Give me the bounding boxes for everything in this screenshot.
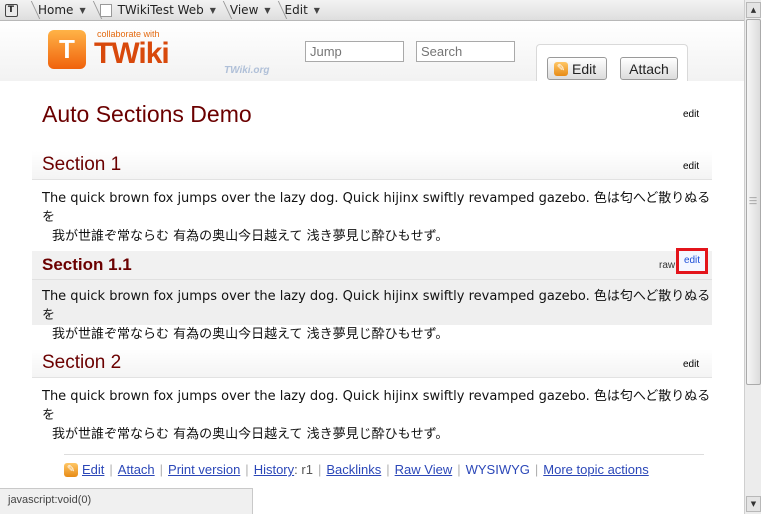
crumb-web-label: TWikiTest Web [117, 3, 204, 17]
separator: | [317, 462, 322, 477]
attach-button-label: Attach [629, 60, 669, 77]
crumb-view-label: View [229, 3, 259, 17]
topic-content: Auto Sections Demo edit Section 1 edit T… [8, 81, 732, 489]
action-raw-view-link[interactable]: Raw View [395, 462, 453, 477]
crumb-home-label: Home [38, 3, 74, 17]
scroll-down-arrow-icon[interactable]: ▼ [746, 496, 761, 512]
topic-action-tabs: ✎ Edit Attach [536, 44, 688, 81]
action-wysiwyg-link[interactable]: WYSIWYG [466, 462, 530, 477]
action-print-link[interactable]: Print version [168, 462, 240, 477]
scroll-up-arrow-icon[interactable]: ▲ [746, 2, 761, 18]
attach-button[interactable]: Attach [620, 57, 678, 80]
scrollbar-grip-icon: — — — [749, 193, 757, 208]
pencil-icon: ✎ [554, 61, 568, 76]
chevron-down-icon: ▼ [264, 5, 271, 15]
chevron-down-icon: ▼ [79, 5, 86, 15]
pencil-icon: ✎ [64, 462, 78, 477]
section-1-1-text: The quick brown fox jumps over the lazy … [42, 287, 712, 344]
web-page-icon [99, 3, 112, 17]
section-1-line-2: 我が世誰ぞ常ならむ 有為の奥山今日越えて 浅き夢見じ酔ひもせず。 [52, 229, 449, 244]
section-2-edit-link[interactable]: edit [683, 359, 699, 370]
section-1-1-edit-link[interactable]: edit [676, 248, 708, 274]
section-1-title: Section 1 [42, 154, 122, 175]
section-1-1-line-2: 我が世誰ぞ常ならむ 有為の奥山今日越えて 浅き夢見じ酔ひもせず。 [52, 327, 449, 342]
section-2-heading: Section 2 [32, 349, 712, 378]
logo-letter: T [59, 34, 75, 64]
history-revision: : r1 [294, 462, 313, 477]
chevron-down-icon: ▼ [313, 5, 320, 15]
twiki-menu-letter: T [4, 3, 18, 17]
separator: | [457, 462, 461, 477]
edit-button-label: Edit [572, 60, 597, 77]
twiki-logo-icon[interactable]: T [48, 30, 86, 69]
twiki-menu-icon[interactable]: T [0, 0, 22, 21]
separator: | [159, 462, 164, 477]
crumb-home[interactable]: Home ▼ [28, 0, 90, 21]
section-1-text: The quick brown fox jumps over the lazy … [42, 189, 712, 246]
crumb-edit-label: Edit [284, 3, 308, 17]
section-2-line-2: 我が世誰ぞ常ならむ 有為の奥山今日越えて 浅き夢見じ酔ひもせず。 [52, 427, 449, 442]
jump-input[interactable] [305, 41, 404, 62]
section-1-edit-link[interactable]: edit [683, 161, 699, 172]
vertical-scrollbar[interactable]: ▲ — — — ▼ [744, 0, 761, 514]
breadcrumb-toolbar: T Home ▼ TWikiTest Web ▼ View ▼ Edit ▼ [0, 0, 761, 21]
section-2-text: The quick brown fox jumps over the lazy … [42, 387, 712, 444]
page-title: Auto Sections Demo [42, 101, 252, 127]
status-bar: javascript:void(0) [0, 488, 253, 514]
section-1-1-title: Section 1.1 [42, 255, 132, 274]
chevron-down-icon: ▼ [209, 5, 216, 15]
page-header: T collaborate with TWiki TWiki.org ✎ Edi… [0, 21, 744, 81]
action-history-link[interactable]: History [254, 462, 294, 477]
action-backlinks-link[interactable]: Backlinks [326, 462, 381, 477]
search-input[interactable] [416, 41, 515, 62]
separator: | [109, 462, 113, 477]
section-1-1-heading: Section 1.1 [32, 251, 712, 280]
topic-actions-bar: ✎ Edit | Attach | Print version | Histor… [64, 454, 704, 484]
edit-button[interactable]: ✎ Edit [547, 57, 607, 80]
section-1-line-1: The quick brown fox jumps over the lazy … [42, 191, 711, 225]
title-edit-link[interactable]: edit [683, 109, 699, 120]
action-edit-link[interactable]: Edit [82, 462, 104, 477]
section-2-title: Section 2 [42, 352, 122, 373]
separator: | [386, 462, 390, 477]
crumb-web[interactable]: TWikiTest Web ▼ [90, 0, 220, 21]
crumb-edit[interactable]: Edit ▼ [275, 0, 324, 21]
section-1-heading: Section 1 [32, 151, 712, 180]
section-1-1-line-1: The quick brown fox jumps over the lazy … [42, 289, 711, 323]
action-attach-link[interactable]: Attach [118, 462, 155, 477]
separator: | [534, 462, 539, 477]
logo-site-name: TWiki.org [224, 65, 270, 76]
logo-wordmark[interactable]: TWiki [94, 37, 170, 71]
crumb-view[interactable]: View ▼ [220, 0, 275, 21]
action-more-link[interactable]: More topic actions [543, 462, 649, 477]
section-1-1-raw-link[interactable]: raw [659, 260, 675, 271]
separator: | [245, 462, 249, 477]
section-2-line-1: The quick brown fox jumps over the lazy … [42, 389, 711, 423]
